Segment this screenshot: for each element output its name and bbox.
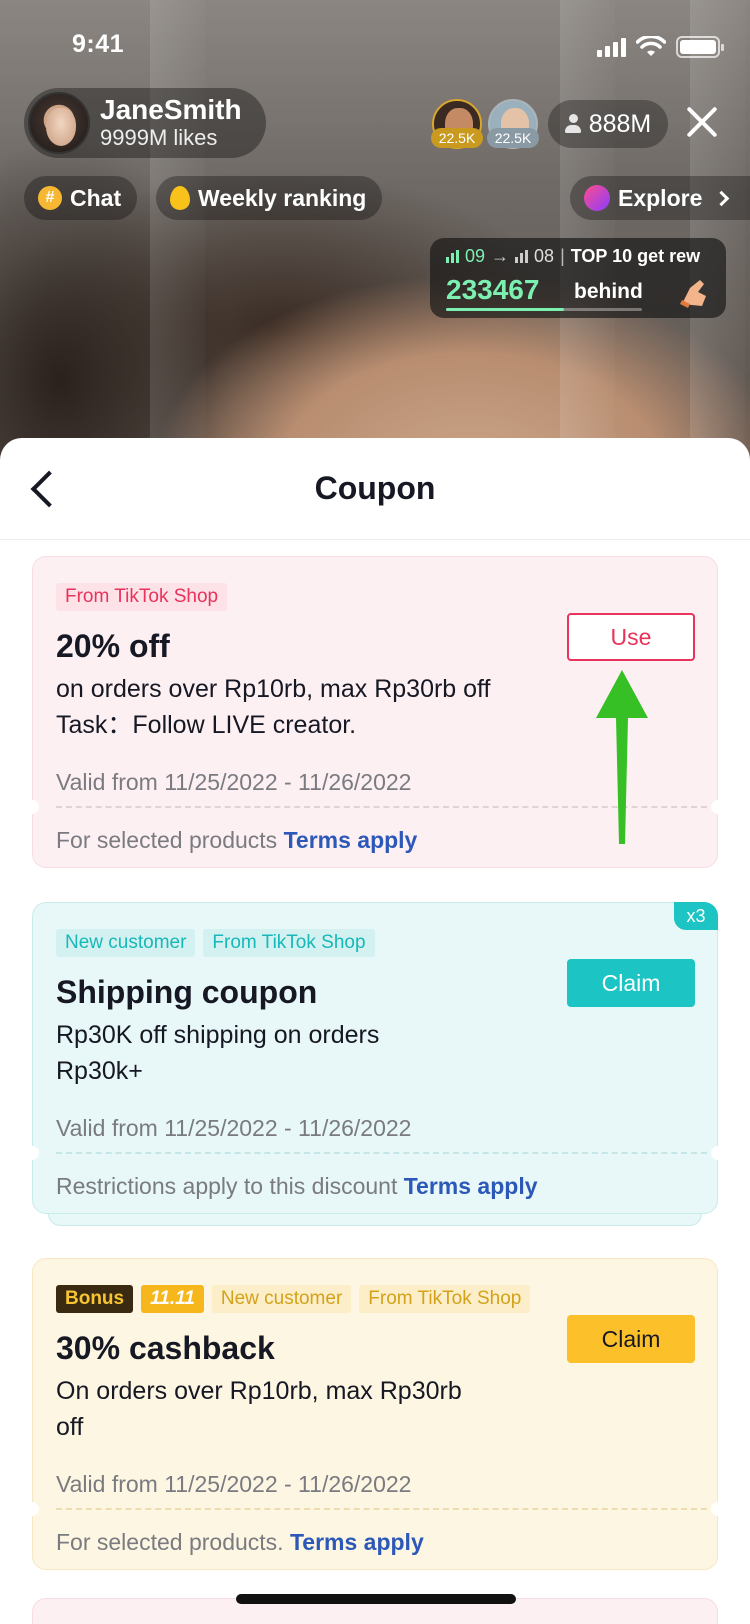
battery-icon — [676, 36, 724, 58]
wifi-icon — [636, 36, 666, 56]
coupon-notch — [25, 1502, 39, 1516]
terms-link[interactable]: Terms apply — [404, 1173, 538, 1199]
annotation-arrow — [596, 670, 648, 844]
close-icon[interactable] — [684, 104, 720, 140]
explore-label: Explore — [618, 184, 703, 211]
coupon-validity: Valid from 11/25/2022 - 11/26/2022 — [56, 1115, 412, 1141]
chat-chip[interactable]: # Chat — [24, 176, 138, 220]
coupon-validity: Valid from 11/25/2022 - 11/26/2022 — [56, 769, 412, 795]
coupon-tag: From TikTok Shop — [56, 583, 228, 611]
claim-button[interactable]: Claim — [567, 959, 695, 1007]
coupon-notch — [25, 1146, 39, 1160]
status-icons — [597, 36, 724, 58]
rank-bars-icon — [446, 250, 459, 263]
host-profile[interactable]: JaneSmith 9999M likes — [24, 88, 266, 158]
coupon-tags: Bonus 11.11 New customer From TikTok Sho… — [56, 1285, 531, 1313]
multiplier-badge: x3 — [674, 902, 718, 930]
coupon-notch — [711, 800, 725, 814]
coupon-description-line: Task：Follow LIVE creator. — [56, 711, 357, 739]
sheet-header: Coupon — [0, 438, 750, 540]
status-time: 9:41 — [72, 30, 125, 58]
coupon-footer-text: For selected products. — [56, 1529, 284, 1555]
target-rank: 08 — [534, 246, 555, 266]
rank-reward-label: TOP 10 get rew — [570, 246, 701, 266]
coupon-tag: New customer — [211, 1285, 352, 1313]
background-pillar — [150, 0, 205, 460]
coupon-tag: From TikTok Shop — [203, 929, 375, 957]
coupon-title: 20% off — [56, 628, 170, 664]
chevron-right-icon — [714, 190, 730, 206]
coupon-card: Bonus 11.11 New customer From TikTok Sho… — [25, 1258, 725, 1570]
coupon-notch — [25, 800, 39, 814]
background-pillar — [560, 0, 615, 460]
coupon-footer: For selected products. Terms apply — [56, 1529, 424, 1556]
coupon-description-line: off — [56, 1413, 84, 1441]
live-stream-background — [0, 0, 750, 460]
weekly-ranking-chip[interactable]: Weekly ranking — [156, 176, 383, 220]
coupon-description-line: on orders over Rp10rb, max Rp30rb off — [56, 675, 491, 703]
viewer-gift-badge: 22.5K — [487, 128, 539, 148]
hashtag-icon: # — [38, 186, 62, 210]
viewer-count-value: 888M — [588, 109, 652, 138]
coupon-description: on orders over Rp10rb, max Rp30rb off Ta… — [56, 671, 556, 743]
flame-icon — [170, 186, 190, 210]
coupon-notch — [711, 1502, 725, 1516]
viewer-gift-badge: 22.5K — [431, 128, 483, 148]
rank-progress-fill — [446, 308, 564, 311]
current-rank: 09 — [465, 246, 486, 266]
ranking-row: 09 → 08 | TOP 10 get rew — [446, 246, 700, 267]
explore-chip[interactable]: Explore — [570, 176, 750, 220]
ranking-widget[interactable]: 09 → 08 | TOP 10 get rew 233467 behind — [430, 238, 726, 318]
coupon-footer-text: Restrictions apply to this discount — [56, 1173, 398, 1199]
use-button[interactable]: Use — [567, 613, 695, 661]
signal-icon — [597, 37, 626, 57]
hand-icon — [680, 280, 706, 308]
coupon-title: 30% cashback — [56, 1330, 275, 1366]
rank-behind-label: behind — [574, 280, 643, 303]
page-title: Coupon — [314, 470, 436, 506]
coupon-description: On orders over Rp10rb, max Rp30rb off — [56, 1373, 536, 1445]
coupon-description-line: Rp30K off shipping on orders — [56, 1021, 380, 1049]
coupon-footer: For selected products Terms apply — [56, 827, 417, 854]
host-avatar[interactable] — [28, 92, 90, 154]
coupon-description-line: Rp30k+ — [56, 1057, 143, 1085]
arrow-right-icon: → — [491, 246, 510, 266]
coupon-validity: Valid from 11/25/2022 - 11/26/2022 — [56, 1471, 412, 1497]
terms-link[interactable]: Terms apply — [290, 1529, 424, 1555]
coupon-tags: New customer From TikTok Shop — [56, 929, 375, 957]
bonus-tag: Bonus — [56, 1285, 134, 1313]
coupon-card: New customer From TikTok Shop x3 Shippin… — [25, 902, 725, 1214]
rank-bars-icon — [515, 250, 529, 263]
chat-label: Chat — [70, 184, 122, 211]
coupon-title: Shipping coupon — [56, 974, 318, 1010]
claim-button[interactable]: Claim — [567, 1315, 695, 1363]
coupon-tag: From TikTok Shop — [359, 1285, 531, 1313]
coupon-footer: Restrictions apply to this discount Term… — [56, 1173, 538, 1200]
coupon-description-line: On orders over Rp10rb, max Rp30rb — [56, 1377, 462, 1405]
coupon-notch — [711, 1146, 725, 1160]
coupon-tags: From TikTok Shop — [56, 583, 228, 611]
viewer-count[interactable]: 888M — [548, 100, 668, 148]
home-indicator — [236, 1594, 516, 1604]
person-icon — [564, 114, 581, 134]
rank-gap-value: 233467 — [446, 274, 540, 305]
coupon-divider — [56, 1152, 707, 1154]
planet-icon — [584, 185, 610, 211]
event-tag: 11.11 — [141, 1285, 204, 1313]
background-pillar — [690, 0, 745, 460]
host-likes: 9999M likes — [100, 125, 218, 150]
weekly-ranking-label: Weekly ranking — [198, 184, 367, 211]
host-name: JaneSmith — [100, 94, 242, 125]
rank-progress-bar — [446, 308, 642, 311]
coupon-footer-text: For selected products — [56, 827, 278, 853]
coupon-description: Rp30K off shipping on orders Rp30k+ — [56, 1017, 476, 1089]
coupon-divider — [56, 1508, 707, 1510]
rank-separator: | — [560, 246, 565, 266]
terms-link[interactable]: Terms apply — [284, 827, 418, 853]
coupon-tag: New customer — [56, 929, 196, 957]
